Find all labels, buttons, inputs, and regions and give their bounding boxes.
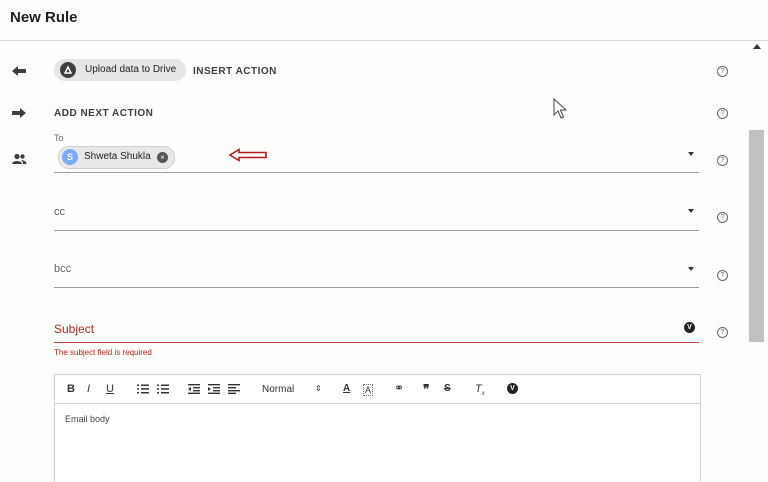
email-body-input[interactable]: Email body	[65, 414, 110, 424]
help-icon[interactable]: ?	[717, 155, 728, 166]
subject-input[interactable]: Subject	[54, 322, 94, 336]
help-icon[interactable]: ?	[717, 327, 728, 338]
help-icon[interactable]: ?	[717, 108, 728, 119]
insert-variable-icon[interactable]: V	[507, 383, 518, 394]
text-color-icon[interactable]: A	[343, 383, 350, 394]
mouse-cursor-icon	[553, 98, 567, 119]
cc-field-underline	[54, 230, 699, 231]
help-icon[interactable]: ?	[717, 212, 728, 223]
underline-icon[interactable]: U	[106, 383, 114, 395]
chip-label: Upload data to Drive	[85, 64, 177, 75]
indent-decrease-icon[interactable]	[188, 384, 200, 394]
to-field-underline	[54, 172, 699, 173]
remove-recipient-icon[interactable]: ×	[157, 152, 168, 163]
to-dropdown-icon[interactable]	[688, 152, 694, 156]
add-next-action-button[interactable]: ADD NEXT ACTION	[54, 108, 153, 119]
bcc-input[interactable]: bcc	[54, 263, 71, 275]
format-select-arrows-icon[interactable]: ⇕	[315, 384, 322, 393]
bulleted-list-icon[interactable]	[157, 384, 169, 394]
background-color-icon[interactable]: A	[363, 384, 374, 396]
cc-dropdown-icon[interactable]	[688, 209, 694, 213]
insert-action-button[interactable]: INSERT ACTION	[193, 66, 277, 77]
back-arrow-icon[interactable]	[11, 65, 27, 77]
subject-error: The subject field is required	[54, 348, 152, 357]
italic-icon[interactable]: I	[87, 383, 90, 395]
scrollbar-thumb[interactable]	[749, 130, 764, 342]
link-icon[interactable]: ⚭	[394, 381, 404, 395]
forward-arrow-icon[interactable]	[11, 107, 27, 119]
bcc-field-underline	[54, 287, 699, 288]
subject-field-underline	[54, 342, 699, 343]
page-title: New Rule	[10, 9, 78, 26]
align-icon[interactable]	[228, 384, 240, 394]
numbered-list-icon[interactable]	[137, 384, 149, 394]
help-icon[interactable]: ?	[717, 66, 728, 77]
indent-increase-icon[interactable]	[208, 384, 220, 394]
clear-formatting-icon[interactable]: Tx	[475, 383, 485, 397]
header-bar: New Rule	[0, 0, 768, 41]
editor-toolbar: B I U Normal ⇕ A A ⚭ ❞ S Tx V	[55, 375, 700, 404]
cc-input[interactable]: cc	[54, 206, 65, 218]
bold-icon[interactable]: B	[67, 383, 75, 395]
drive-icon	[60, 62, 76, 78]
scroll-up-arrow[interactable]	[753, 44, 761, 49]
variable-icon[interactable]: V	[684, 322, 695, 333]
recipient-name: Shweta Shukla	[84, 151, 151, 162]
recipient-chip[interactable]: S Shweta Shukla ×	[58, 146, 175, 169]
format-select[interactable]: Normal	[262, 384, 294, 395]
people-icon	[12, 153, 27, 164]
blockquote-icon[interactable]: ❞	[423, 382, 429, 396]
to-label: To	[54, 133, 64, 143]
bcc-dropdown-icon[interactable]	[688, 267, 694, 271]
upload-to-drive-chip[interactable]: Upload data to Drive	[54, 59, 186, 81]
help-icon[interactable]: ?	[717, 270, 728, 281]
avatar: S	[62, 149, 78, 165]
annotation-arrow-icon	[228, 148, 267, 162]
strikethrough-icon[interactable]: S	[444, 383, 451, 394]
email-body-editor[interactable]: B I U Normal ⇕ A A ⚭ ❞ S Tx V Email body	[54, 374, 701, 482]
